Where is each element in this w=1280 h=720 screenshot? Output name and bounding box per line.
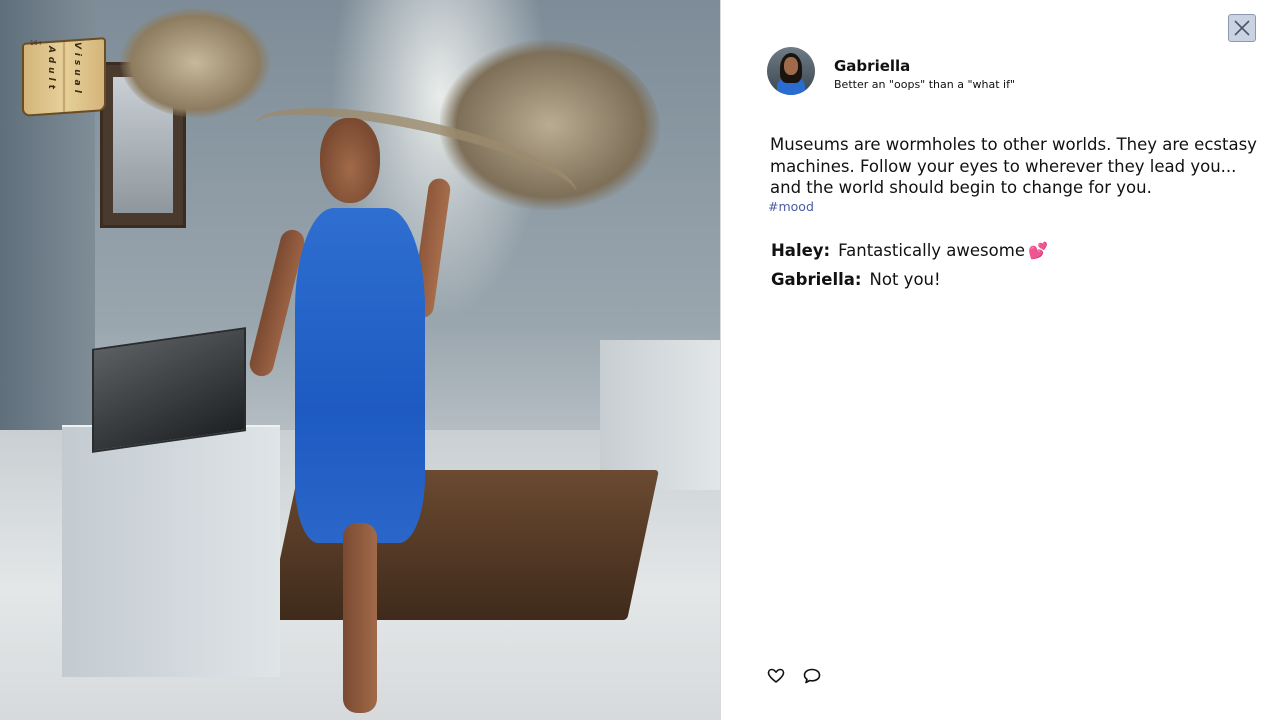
comment-text: Fantastically awesome — [838, 241, 1025, 260]
book-icon — [22, 37, 106, 117]
character-dress — [295, 208, 425, 543]
close-icon — [1234, 20, 1250, 36]
comment-button[interactable] — [802, 666, 822, 686]
like-button[interactable] — [766, 666, 786, 686]
user-name[interactable]: Gabriella — [834, 57, 910, 75]
heart-icon — [767, 668, 785, 683]
post-text: Museums are wormholes to other worlds. T… — [770, 135, 1257, 197]
comment-author[interactable]: Haley: — [771, 241, 830, 260]
hashtag-link[interactable]: #mood — [768, 199, 814, 214]
avatar-face — [784, 57, 798, 75]
hearts-emoji-icon: 💕 — [1027, 241, 1048, 260]
comment-item: Gabriella: Not you! — [771, 270, 941, 289]
avatar[interactable] — [767, 47, 815, 95]
exhibit-plaque — [92, 327, 246, 453]
scene-image: 16+ Adult Visual — [0, 0, 720, 720]
display-case — [600, 340, 720, 490]
character-figure — [247, 112, 452, 718]
character-leg — [343, 523, 377, 713]
speech-bubble-icon — [803, 668, 821, 684]
comment-text: Not you! — [869, 270, 941, 289]
logo-word-1: Adult — [46, 46, 56, 93]
user-bio: Better an "oops" than a "what if" — [834, 78, 1016, 91]
comment-item: Haley: Fantastically awesome 💕 — [771, 241, 1048, 260]
character-head — [320, 118, 380, 203]
comment-author[interactable]: Gabriella: — [771, 270, 862, 289]
close-button[interactable] — [1228, 14, 1256, 42]
logo-word-2: Visual — [72, 42, 82, 97]
post-panel: Gabriella Better an "oops" than a "what … — [720, 0, 1280, 720]
game-logo[interactable]: 16+ Adult Visual — [22, 32, 106, 117]
pedestal — [62, 425, 280, 677]
logo-tag: 16+ — [30, 40, 43, 47]
